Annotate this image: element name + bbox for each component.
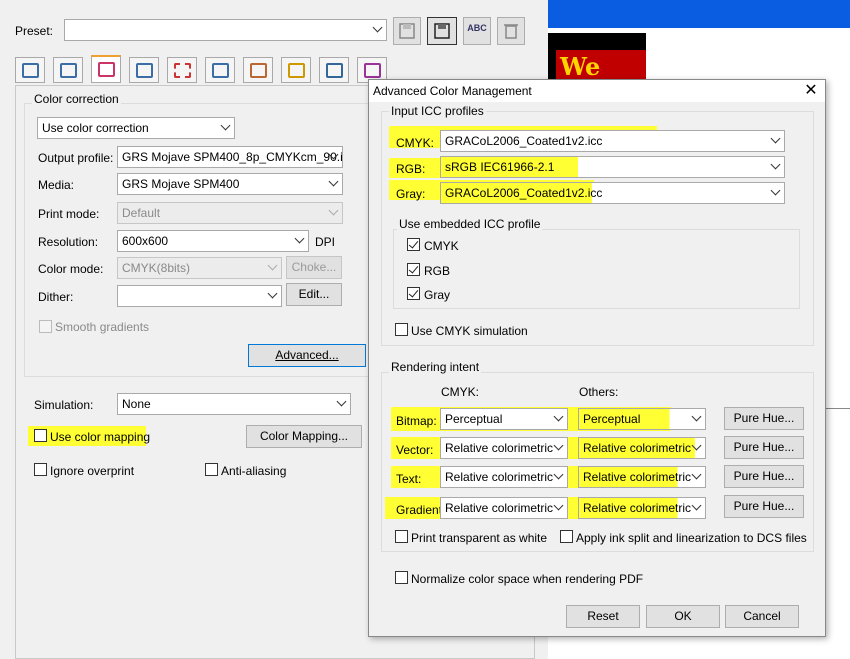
dither-select[interactable]	[117, 285, 282, 307]
embedded-rgb-label: RGB	[424, 264, 451, 278]
tab-layers[interactable]	[243, 57, 273, 83]
bitmap-label: Bitmap:	[396, 414, 437, 428]
tab-general[interactable]	[15, 57, 45, 83]
gradient-cmyk-select[interactable]: Relative colorimetric	[440, 497, 568, 519]
anti-aliasing-checkbox[interactable]	[205, 463, 218, 476]
tab-color[interactable]	[91, 55, 121, 83]
cmyk-profile-select[interactable]: GRACoL2006_Coated1v2.icc	[440, 130, 785, 152]
ok-button[interactable]: OK	[646, 605, 720, 628]
simulation-select[interactable]: None	[117, 393, 351, 415]
background-title-bar	[548, 0, 850, 28]
resolution-unit: DPI	[315, 235, 336, 249]
vector-others-select[interactable]: Relative colorimetric	[578, 437, 706, 459]
gradient-pure-hue-button[interactable]: Pure Hue...	[724, 495, 804, 518]
bitmap-pure-hue-button[interactable]: Pure Hue...	[724, 407, 804, 430]
gray-profile-select[interactable]: GRACoL2006_Coated1v2.icc	[440, 182, 785, 204]
smooth-gradients-checkbox	[39, 320, 52, 333]
save-as-icon[interactable]	[427, 17, 457, 45]
text-cmyk-select[interactable]: Relative colorimetric	[440, 466, 568, 488]
simulation-label: Simulation:	[34, 398, 94, 412]
embedded-cmyk-checkbox[interactable]	[407, 238, 420, 251]
color-correction-select[interactable]: Use color correction	[37, 117, 235, 139]
embedded-cmyk-label: CMYK	[424, 239, 459, 253]
rendering-intent-heading: Rendering intent	[389, 360, 482, 374]
rendering-intent-group	[381, 372, 814, 552]
vector-label: Vector:	[396, 443, 434, 457]
ignore-overprint-label: Ignore overprint	[50, 464, 135, 478]
color-mapping-button[interactable]: Color Mapping...	[246, 425, 362, 448]
print-mode-label: Print mode:	[38, 207, 100, 221]
embedded-gray-label: Gray	[424, 288, 451, 302]
text-label: Text:	[396, 472, 422, 486]
color-mode-label: Color mode:	[38, 262, 104, 276]
color-mode-select: CMYK(8bits)	[117, 257, 282, 279]
rgb-label: RGB:	[396, 162, 426, 176]
tab-ink[interactable]	[319, 57, 349, 83]
embedded-rgb-checkbox[interactable]	[407, 263, 420, 276]
output-profile-select[interactable]: GRS Mojave SPM400_8p_CMYKcm_90.ic	[117, 146, 343, 168]
smooth-gradients-label: Smooth gradients	[55, 320, 150, 334]
advanced-button[interactable]: Advanced...	[248, 344, 366, 367]
column-cmyk-label: CMYK:	[441, 385, 480, 399]
dialog-title: Advanced Color Management	[373, 84, 532, 98]
color-correction-heading: Color correction	[32, 92, 121, 106]
tab-marks[interactable]	[205, 57, 235, 83]
cmyk-label: CMYK:	[396, 136, 435, 150]
vector-cmyk-select[interactable]: Relative colorimetric	[440, 437, 568, 459]
save-icon[interactable]	[393, 17, 421, 45]
text-pure-hue-button[interactable]: Pure Hue...	[724, 465, 804, 488]
bitmap-others-select[interactable]: Perceptual	[578, 408, 706, 430]
media-label: Media:	[38, 178, 75, 192]
choke-button: Choke...	[286, 256, 342, 279]
tab-stack[interactable]	[281, 57, 311, 83]
rename-icon[interactable]: ABC	[463, 17, 491, 45]
close-icon[interactable]: ✕	[802, 82, 820, 100]
tab-crop[interactable]	[167, 57, 197, 83]
normalize-label: Normalize color space when rendering PDF	[411, 572, 644, 586]
tab-layout[interactable]	[53, 57, 83, 83]
rgb-profile-select[interactable]: sRGB IEC61966-2.1	[440, 156, 785, 178]
bitmap-cmyk-select[interactable]: Perceptual	[440, 408, 568, 430]
resolution-select[interactable]: 600x600	[117, 230, 309, 252]
input-icc-heading: Input ICC profiles	[389, 104, 486, 118]
gray-label: Gray:	[396, 187, 426, 201]
vector-pure-hue-button[interactable]: Pure Hue...	[724, 436, 804, 459]
media-select[interactable]: GRS Mojave SPM400	[117, 173, 343, 195]
use-color-mapping-label: Use color mapping	[50, 430, 151, 444]
advanced-color-management-dialog: Advanced Color Management ✕ Input ICC pr…	[368, 79, 826, 637]
use-cmyk-simulation-label: Use CMYK simulation	[411, 324, 528, 338]
cancel-button[interactable]: Cancel	[725, 605, 799, 628]
embedded-icc-heading: Use embedded ICC profile	[397, 217, 543, 231]
reset-button[interactable]: Reset	[566, 605, 640, 628]
print-transparent-checkbox[interactable]	[395, 530, 408, 543]
resolution-label: Resolution:	[38, 235, 99, 249]
ignore-overprint-checkbox[interactable]	[34, 463, 47, 476]
text-others-select[interactable]: Relative colorimetric	[578, 466, 706, 488]
dither-edit-button[interactable]: Edit...	[286, 283, 342, 306]
dither-label: Dither:	[38, 290, 74, 304]
use-color-mapping-checkbox[interactable]	[34, 429, 47, 442]
gradient-others-select[interactable]: Relative colorimetric	[578, 497, 706, 519]
apply-ink-split-label: Apply ink split and linearization to DCS…	[576, 531, 807, 545]
tab-size[interactable]	[129, 57, 159, 83]
preset-select[interactable]	[64, 19, 387, 41]
preset-label: Preset:	[15, 24, 54, 38]
gradient-label: Gradient:	[396, 503, 446, 517]
delete-icon[interactable]	[497, 17, 525, 45]
output-profile-label: Output profile:	[38, 151, 114, 165]
print-transparent-label: Print transparent as white	[411, 531, 548, 545]
column-others-label: Others:	[579, 385, 619, 399]
embedded-gray-checkbox[interactable]	[407, 287, 420, 300]
use-cmyk-simulation-checkbox[interactable]	[395, 323, 408, 336]
apply-ink-split-checkbox[interactable]	[560, 530, 573, 543]
normalize-checkbox[interactable]	[395, 571, 408, 584]
print-mode-select: Default	[117, 202, 343, 224]
anti-aliasing-label: Anti-aliasing	[221, 464, 287, 478]
